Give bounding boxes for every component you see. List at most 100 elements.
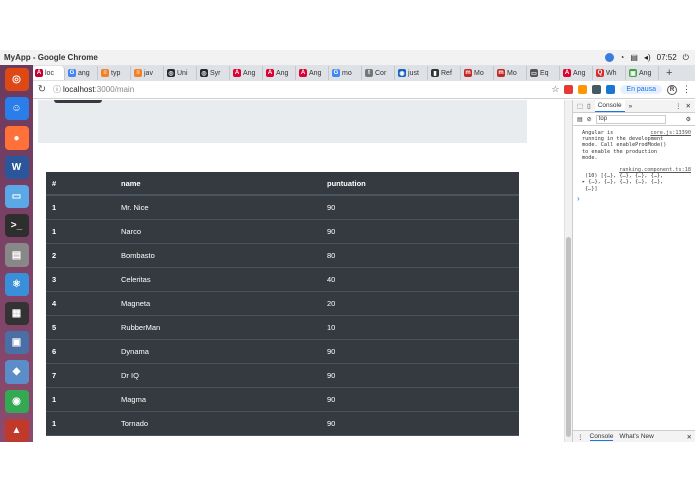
tab-label: Uni bbox=[177, 69, 188, 77]
terminal-icon[interactable]: >_ bbox=[4, 214, 29, 238]
chrome-status-icon[interactable] bbox=[604, 53, 614, 62]
browser-tab[interactable]: Q Wh bbox=[594, 66, 626, 80]
extension-icon[interactable] bbox=[592, 85, 602, 94]
browser-tab[interactable]: Gang bbox=[66, 66, 98, 80]
drawer-tab-console[interactable]: Console bbox=[589, 433, 614, 441]
gift-icon[interactable]: ▲ bbox=[4, 418, 29, 442]
console-prompt[interactable]: › bbox=[573, 194, 695, 203]
power-icon[interactable]: ⏻ bbox=[683, 53, 689, 63]
ubuntu-logo-icon[interactable]: ◎ bbox=[4, 68, 29, 92]
device-toolbar-icon[interactable]: ▯ bbox=[587, 102, 591, 110]
tab-label: ang bbox=[78, 69, 90, 77]
inspect-icon[interactable]: ⬚ bbox=[577, 102, 583, 110]
drive-icon[interactable]: ▤ bbox=[4, 243, 29, 267]
clear-console-icon[interactable]: ⊘ bbox=[587, 116, 592, 123]
browser-tab[interactable]: ▣ Ang bbox=[627, 66, 659, 80]
browser-tab[interactable]: Gmo bbox=[330, 66, 362, 80]
menu-kebab-icon[interactable]: ⋮ bbox=[682, 84, 691, 95]
tab-favicon-icon: ▮ bbox=[431, 69, 439, 77]
cell-rank: 5 bbox=[46, 315, 115, 340]
tab-console[interactable]: Console bbox=[594, 100, 625, 112]
browser-tab[interactable]: ◎ Uni bbox=[165, 66, 197, 80]
browser-tab[interactable]: t Cor bbox=[363, 66, 395, 80]
tab-label: Cor bbox=[375, 69, 387, 77]
word-icon[interactable]: W bbox=[4, 155, 29, 179]
volume-icon[interactable]: ◂) bbox=[644, 53, 651, 62]
browser-tab[interactable]: ◉ just bbox=[396, 66, 428, 80]
browser-tab[interactable]: ◎ Syr bbox=[198, 66, 230, 80]
page-scrollbar[interactable] bbox=[564, 100, 572, 442]
close-icon[interactable]: ✕ bbox=[686, 102, 695, 110]
cell-name: Dr IQ bbox=[115, 363, 321, 388]
new-tab-button[interactable]: + bbox=[660, 67, 678, 79]
cell-rank: 3 bbox=[46, 267, 115, 292]
more-tabs-icon[interactable]: » bbox=[629, 103, 633, 110]
tab-favicon-icon: ◉ bbox=[398, 69, 406, 77]
chrome-icon[interactable]: ◉ bbox=[4, 389, 29, 413]
browser-tab[interactable]: A Ang bbox=[264, 66, 296, 80]
drawer-close-icon[interactable]: ✕ bbox=[687, 433, 695, 441]
browser-tab[interactable]: A Ang bbox=[297, 66, 329, 80]
browser-tab[interactable]: ≡ typ bbox=[99, 66, 131, 80]
cell-name: Magma bbox=[115, 387, 321, 412]
screenshot-icon[interactable]: ▣ bbox=[4, 331, 29, 355]
drawer-tab-whats-new[interactable]: What's New bbox=[619, 433, 653, 440]
sidebar-toggle-icon[interactable]: ▤ bbox=[577, 116, 583, 123]
atom-icon[interactable]: ⚛ bbox=[4, 272, 29, 296]
star-icon[interactable]: ☆ bbox=[551, 84, 559, 95]
tab-strip: Aloc Gang ≡ typ ≡ jav ◎ Uni ◎ Syr A Ang A Ang A Ang Gmo t… bbox=[33, 65, 695, 81]
table-row: 1 Narco 90 bbox=[46, 219, 519, 244]
scrollbar-thumb[interactable] bbox=[566, 237, 571, 437]
extension-icon[interactable] bbox=[606, 85, 616, 94]
address-bar: ↻ ⓘ localhost:3000/main ☆ En pausa R ⋮ bbox=[33, 81, 695, 99]
tab-favicon-icon: A bbox=[299, 69, 307, 77]
cell-puntuation: 40 bbox=[321, 267, 519, 292]
toolbar-actions: ☆ En pausa R ⋮ bbox=[551, 84, 695, 95]
column-header-rank: # bbox=[46, 172, 115, 196]
url-path: :3000/main bbox=[94, 85, 135, 94]
expand-arrow-icon[interactable]: ▸ bbox=[582, 179, 585, 185]
devtools-menu-icon[interactable]: ⋮ bbox=[675, 102, 682, 110]
profile-avatar[interactable]: R bbox=[667, 84, 677, 95]
page-content: # name puntuation 1 Mr. Nice 90 1 Narco 90 2 Bo… bbox=[33, 100, 564, 442]
message-source-link[interactable]: core.js:13390 bbox=[650, 130, 691, 136]
window-title: MyApp - Google Chrome bbox=[4, 53, 98, 62]
clock[interactable]: 07:52 bbox=[657, 53, 677, 62]
browser-tab[interactable]: ▭ Eq bbox=[528, 66, 560, 80]
browser-tab[interactable]: Aloc bbox=[33, 66, 65, 80]
tab-favicon-icon: ◎ bbox=[200, 69, 208, 77]
tab-favicon-icon: ▣ bbox=[629, 69, 637, 77]
browser-tab[interactable]: m Mo bbox=[462, 66, 494, 80]
app-icon[interactable]: ◆ bbox=[4, 360, 29, 384]
settings-gear-icon[interactable]: ⚙ bbox=[686, 116, 695, 123]
cell-rank: 2 bbox=[46, 243, 115, 268]
tab-label: loc bbox=[45, 69, 54, 77]
extension-icon[interactable] bbox=[578, 85, 588, 94]
screen: MyApp - Google Chrome ◔ ▤ ◂) 07:52 ⏻ ◎ ☺ ●… bbox=[0, 0, 695, 494]
browser-tab[interactable]: ≡ jav bbox=[132, 66, 164, 80]
folder-icon[interactable]: ▭ bbox=[4, 184, 29, 209]
url-field[interactable]: localhost:3000/main bbox=[63, 85, 134, 94]
context-select[interactable]: top bbox=[595, 114, 666, 124]
drawer-menu-icon[interactable]: ⋮ bbox=[577, 433, 584, 441]
browser-tab[interactable]: m Mo bbox=[495, 66, 527, 80]
table-row: 4 Magneta 20 bbox=[46, 291, 519, 316]
tab-label: Syr bbox=[210, 69, 221, 77]
info-icon[interactable]: ⓘ bbox=[51, 84, 63, 95]
cell-puntuation: 10 bbox=[321, 315, 519, 340]
browser-tab[interactable]: ▮ Ref bbox=[429, 66, 461, 80]
browser-tab[interactable]: A Ang bbox=[561, 66, 593, 80]
reload-icon[interactable]: ↻ bbox=[33, 84, 51, 95]
keyboard-icon[interactable]: ▤ bbox=[630, 53, 638, 62]
console-text-line: {…}, {…}, {…}, {…}, {…}, bbox=[588, 179, 664, 186]
adblock-icon[interactable] bbox=[564, 85, 574, 94]
monitor-icon[interactable]: ▦ bbox=[4, 301, 29, 326]
cell-puntuation: 90 bbox=[321, 363, 519, 388]
devtools-drawer-tabs: ⋮ Console What's New ✕ bbox=[573, 430, 695, 442]
wifi-icon[interactable]: ◔ bbox=[620, 53, 625, 62]
hero-button[interactable] bbox=[54, 100, 102, 103]
finder-icon[interactable]: ☺ bbox=[4, 97, 29, 121]
sync-paused-button[interactable]: En pausa bbox=[620, 85, 662, 94]
firefox-icon[interactable]: ● bbox=[4, 126, 29, 150]
browser-tab[interactable]: A Ang bbox=[231, 66, 263, 80]
